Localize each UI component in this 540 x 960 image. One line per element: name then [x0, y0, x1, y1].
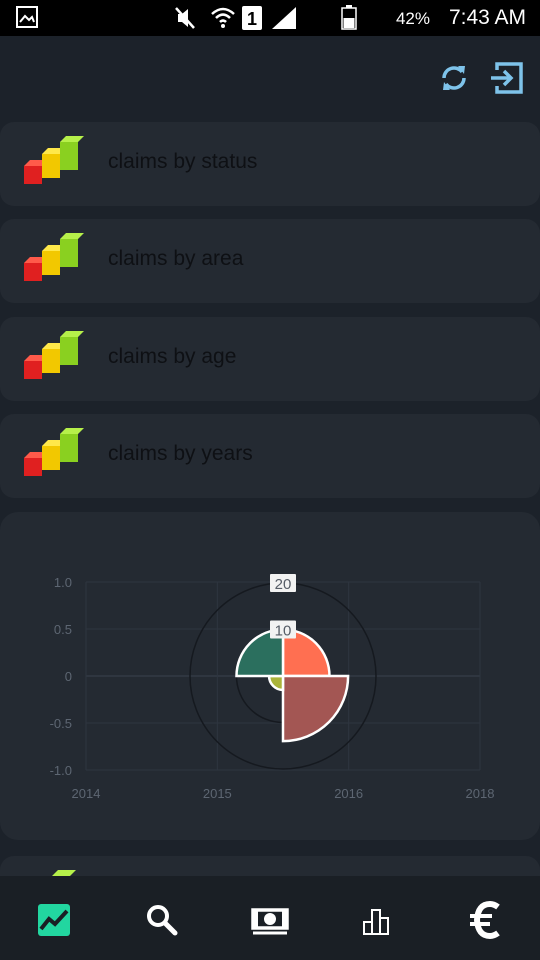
chart-card: 1.0 0.5 0 -0.5 -1.0 2014 2015 2016 2018 10 20	[0, 512, 540, 840]
trend-chart-icon[interactable]	[32, 898, 76, 942]
connectivity-icons: 1	[175, 5, 357, 30]
bar-chart-3d-icon	[24, 136, 84, 184]
menu-item-claims-by-age[interactable]: claims by age	[0, 317, 540, 401]
battery-icon	[341, 5, 357, 30]
chart-slice	[267, 674, 285, 692]
chart-tick-labels: 1.0 0.5 0 -0.5 -1.02014 2015 2016 2018 10 20	[50, 574, 495, 801]
polar-area-chart: 1.0 0.5 0 -0.5 -1.02014 2015 2016 2018 10 20	[50, 574, 495, 801]
y-tick-label: 1.0	[54, 575, 72, 590]
search-icon[interactable]	[140, 898, 184, 942]
chart-slices	[235, 628, 350, 743]
menu-item-claims-by-status[interactable]: claims by status	[0, 122, 540, 206]
x-tick-label: 2016	[334, 786, 363, 801]
status-bar: 1 42% 7:43 AM	[0, 0, 540, 36]
y-tick-label: -1.0	[50, 763, 72, 778]
menu-item-label: claims by years	[108, 442, 253, 465]
refresh-icon[interactable]	[436, 60, 472, 96]
y-tick-label: 0.5	[54, 622, 72, 637]
chart-slice	[281, 674, 350, 743]
bottom-navigation	[0, 876, 540, 960]
menu-item-label: claims by age	[108, 345, 237, 368]
x-tick-label: 2018	[466, 786, 495, 801]
bar-chart-3d-icon	[24, 331, 84, 379]
menu-item-label: claims by area	[108, 247, 244, 270]
cash-icon[interactable]	[248, 898, 292, 942]
euro-icon[interactable]	[464, 898, 508, 942]
menu-item-label: claims by status	[108, 150, 258, 173]
radial-tick-label: 20	[275, 576, 292, 593]
y-tick-label: -0.5	[50, 716, 72, 731]
wifi-icon	[211, 7, 235, 28]
clock: 7:43 AM	[448, 6, 526, 29]
menu-item-claims-by-years[interactable]: claims by years	[0, 414, 540, 498]
bar-chart-3d-icon	[24, 428, 84, 476]
menu-item-claims-by-area[interactable]: claims by area	[0, 219, 540, 303]
x-tick-label: 2014	[72, 786, 101, 801]
gallery-notification-icon	[16, 6, 38, 28]
battery-percentage: 42%	[395, 9, 430, 28]
logout-icon[interactable]	[489, 60, 525, 96]
mute-icon	[175, 7, 195, 29]
x-tick-label: 2015	[203, 786, 232, 801]
bar-chart-icon[interactable]	[356, 898, 400, 942]
bar-chart-3d-icon	[24, 233, 84, 281]
app-bar	[0, 36, 540, 120]
sim-slot-number: 1	[247, 9, 257, 29]
y-tick-label: 0	[65, 669, 72, 684]
radial-tick-label: 10	[275, 623, 292, 640]
signal-icon	[272, 7, 296, 29]
